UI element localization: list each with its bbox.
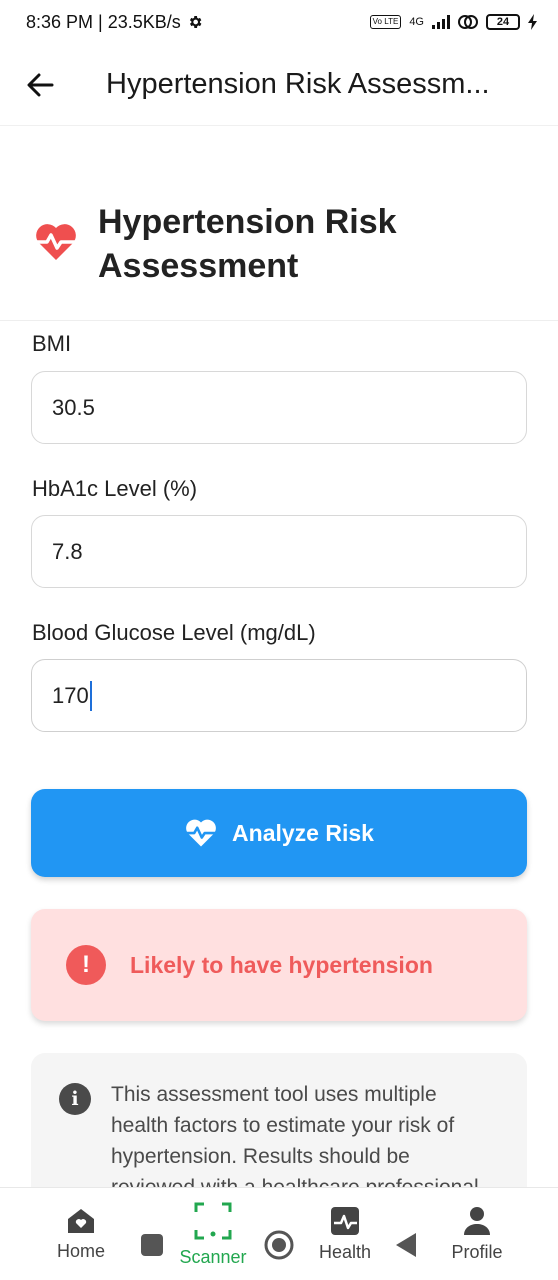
glucose-value: 170	[52, 682, 89, 708]
hba1c-input[interactable]: 7.8	[31, 515, 527, 588]
status-time-speed: 8:36 PM | 23.5KB/s	[26, 11, 181, 32]
gear-icon	[189, 16, 202, 28]
scanner-icon	[194, 1202, 232, 1240]
hba1c-label: HbA1c Level (%)	[32, 476, 198, 501]
back-system-button[interactable]	[394, 1230, 418, 1260]
info-text: This assessment tool uses multiple healt…	[111, 1083, 485, 1199]
arrow-left-icon	[27, 73, 54, 96]
nav-scanner-label: Scanner	[179, 1247, 247, 1267]
analyze-risk-button[interactable]: Analyze Risk	[31, 789, 527, 877]
analyze-risk-label: Analyze Risk	[232, 819, 374, 846]
volte-icon: Vo LTE	[369, 15, 402, 29]
bmi-label: BMI	[32, 331, 72, 356]
nav-scanner[interactable]: Scanner	[172, 1188, 254, 1280]
battery-icon: 24	[486, 14, 520, 30]
home-icon	[68, 1209, 94, 1233]
hotspot-icon	[458, 15, 478, 29]
back-button[interactable]	[0, 44, 80, 126]
triangle-back-icon	[396, 1233, 416, 1257]
nav-profile[interactable]: Profile	[436, 1188, 518, 1280]
app-bar: Hypertension Risk Assessm...	[0, 44, 558, 126]
recent-apps-button[interactable]	[140, 1233, 164, 1257]
battery-level: 24	[496, 16, 510, 28]
bmi-value: 30.5	[52, 394, 95, 420]
charging-icon	[528, 14, 537, 30]
nav-profile-label: Profile	[451, 1242, 503, 1262]
exclamation-icon: !	[66, 945, 106, 985]
glucose-label: Blood Glucose Level (mg/dL)	[32, 620, 316, 645]
status-right: Vo LTE 4G 24	[369, 14, 538, 30]
bottom-nav: Home Scanner Health Profile	[0, 1187, 558, 1280]
status-bar: 8:36 PM | 23.5KB/s Vo LTE 4G 24	[0, 0, 558, 44]
result-text: Likely to have hypertension	[130, 951, 433, 978]
square-icon	[141, 1234, 163, 1256]
text-cursor	[89, 680, 92, 711]
circle-home-icon	[264, 1230, 294, 1260]
home-system-button[interactable]	[264, 1230, 294, 1260]
nav-health[interactable]: Health	[304, 1188, 386, 1280]
glucose-input[interactable]: 170	[31, 659, 527, 732]
app-bar-title: Hypertension Risk Assessm...	[106, 68, 490, 100]
nav-health-label: Health	[318, 1242, 372, 1262]
status-left: 8:36 PM | 23.5KB/s	[26, 12, 203, 33]
person-icon	[464, 1207, 490, 1235]
result-card: ! Likely to have hypertension	[31, 909, 527, 1021]
signal-icon	[432, 15, 450, 29]
network-type: 4G	[409, 16, 424, 28]
heartbeat-icon	[184, 819, 219, 847]
heartbeat-icon	[34, 224, 78, 260]
health-monitor-icon	[331, 1207, 359, 1235]
bmi-input[interactable]: 30.5	[31, 371, 527, 444]
nav-home-label: Home	[56, 1241, 105, 1261]
info-icon: i	[59, 1083, 91, 1115]
nav-home[interactable]: Home	[40, 1188, 122, 1280]
page-title: Hypertension Risk Assessment	[98, 203, 397, 285]
hba1c-value: 7.8	[52, 538, 83, 564]
